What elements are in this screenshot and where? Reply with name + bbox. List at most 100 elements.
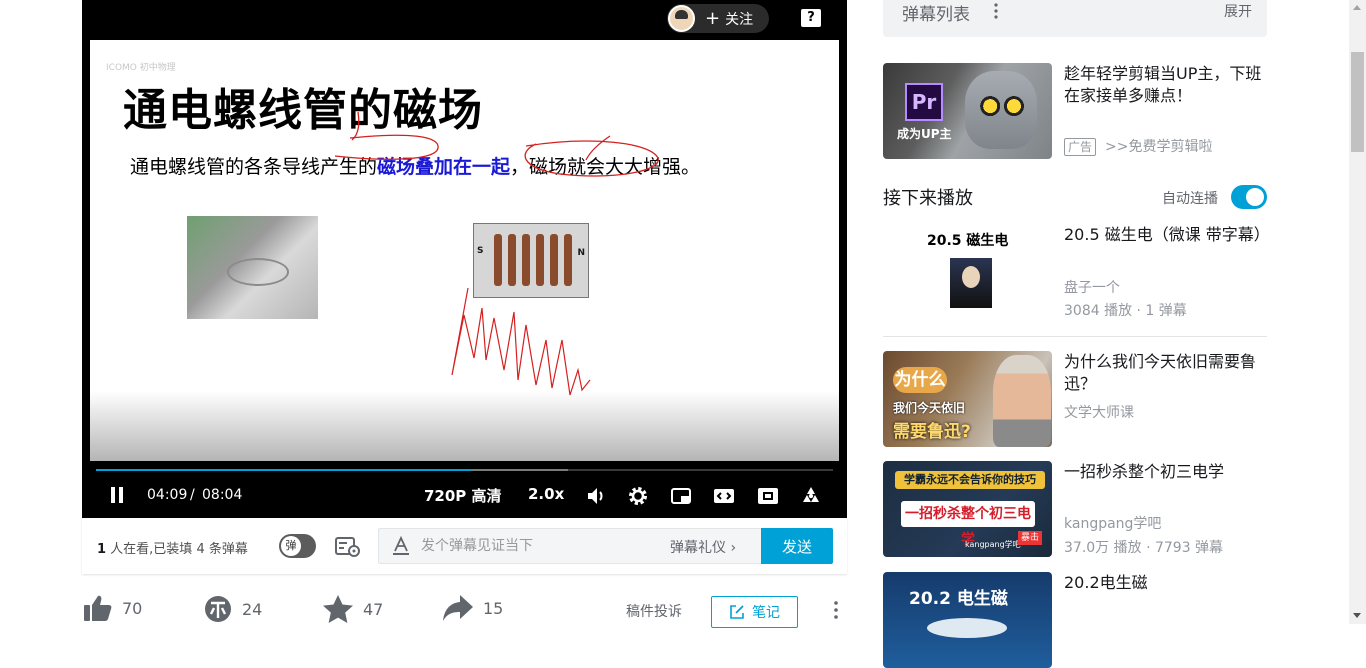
- video-frame[interactable]: ICOMO 初中物理 通电螺线管的磁场 通电螺线管的各条导线产生的磁场叠加在一起…: [90, 40, 839, 461]
- video-player[interactable]: + 关注 ? ICOMO 初中物理 通电螺线管的磁场 通电螺线管的各条导线产生的…: [82, 0, 847, 518]
- cat-image: [965, 71, 1037, 149]
- follow-label: 关注: [725, 11, 754, 28]
- danmaku-list-more-icon[interactable]: [994, 2, 998, 20]
- like-count: 70: [122, 598, 143, 618]
- video-thumbnail[interactable]: 20.2 电生磁: [883, 572, 1052, 668]
- ad-link[interactable]: >>免费学剪辑啦: [1105, 138, 1212, 156]
- scroll-up-arrow-icon[interactable]: [1353, 5, 1361, 10]
- settings-gear-icon[interactable]: [627, 485, 649, 507]
- coin-count: 24: [242, 599, 263, 619]
- speaker-image: [993, 355, 1051, 447]
- picture-in-picture-icon[interactable]: [670, 485, 692, 507]
- autoplay-toggle[interactable]: [1231, 185, 1267, 209]
- share-button[interactable]: 15: [442, 594, 503, 622]
- video-thumbnail[interactable]: 学霸永远不会告诉你的技巧 一招秒杀整个初三电学 kangpang学吧 暴击: [883, 461, 1052, 557]
- danmaku-input[interactable]: [421, 529, 661, 563]
- ad-badge: 广告: [1064, 138, 1097, 156]
- danmaku-toggle-label: 弹: [281, 536, 301, 556]
- plus-icon: +: [705, 7, 721, 29]
- viewer-count: 1 人在看,已装填 4 条弹幕: [97, 538, 248, 557]
- ad-thumbnail[interactable]: Pr 成为UP主: [883, 63, 1052, 159]
- page-scrollbar[interactable]: [1349, 0, 1366, 624]
- danmaku-etiquette-link[interactable]: 弹幕礼仪 ›: [670, 537, 736, 557]
- time-separator: /: [190, 487, 195, 503]
- ad-thumb-text: 成为UP主: [897, 127, 952, 141]
- portrait-image: [950, 258, 992, 308]
- danmaku-input-box: 弹幕礼仪 ›: [378, 528, 762, 564]
- video-thumbnail[interactable]: 20.5 磁生电: [883, 224, 1052, 320]
- progress-played: [96, 469, 472, 471]
- player-top-bar: + 关注 ?: [82, 0, 847, 40]
- up-next-header: 接下来播放 自动连播: [883, 184, 1267, 209]
- more-options-icon[interactable]: [834, 600, 838, 620]
- video-title[interactable]: 20.2电生磁: [1064, 572, 1267, 594]
- video-thumbnail[interactable]: 为什么 我们今天依旧 需要鲁迅?: [883, 351, 1052, 447]
- scroll-down-arrow-icon[interactable]: [1353, 613, 1361, 618]
- video-stats: 37.0万 播放 · 7793 弹幕: [1064, 540, 1224, 556]
- thumbnail-caption: 需要鲁迅?: [893, 422, 971, 442]
- report-link[interactable]: 稿件投诉: [626, 601, 682, 621]
- danmaku-toggle[interactable]: 弹: [279, 534, 316, 558]
- thumbnail-caption: 学霸永远不会告诉你的技巧: [895, 471, 1045, 489]
- video-toolbar: 70 24 47 15 稿件投诉 笔记: [82, 588, 847, 628]
- volume-icon[interactable]: [585, 485, 607, 507]
- like-button[interactable]: 70: [83, 594, 142, 622]
- autoplay-label: 自动连播: [1162, 191, 1218, 207]
- quality-button[interactable]: 720P 高清: [424, 485, 502, 506]
- coin-icon: [205, 596, 231, 622]
- speed-button[interactable]: 2.0x: [528, 485, 564, 503]
- current-time: 04:09: [147, 487, 188, 503]
- edit-note-icon: [730, 605, 744, 619]
- video-title[interactable]: 20.5 磁生电（微课 带字幕）: [1064, 224, 1270, 246]
- uploader-name[interactable]: kangpang学吧: [1064, 513, 1161, 533]
- progress-bar[interactable]: [96, 469, 833, 471]
- note-label: 笔记: [752, 605, 780, 621]
- up-next-title: 接下来播放: [883, 188, 973, 209]
- ad-card[interactable]: Pr 成为UP主 趁年轻学剪辑当UP主，下班在家接单多赚点！ 广告 >>免费学剪…: [883, 63, 1267, 159]
- viewer-number: 1: [97, 542, 107, 557]
- note-button[interactable]: 笔记: [711, 596, 798, 628]
- thumbs-up-icon: [84, 595, 112, 621]
- thumbnail-caption: kangpang学吧: [965, 540, 1021, 549]
- scroll-thumb[interactable]: [1351, 52, 1364, 152]
- favorite-count: 47: [363, 599, 384, 619]
- send-button[interactable]: 发送: [761, 528, 833, 564]
- thumbnail-caption: 暴击: [1018, 531, 1042, 545]
- share-count: 15: [483, 598, 504, 618]
- help-button[interactable]: ?: [801, 9, 821, 27]
- uploader-name[interactable]: 盘子一个: [1064, 277, 1120, 297]
- ad-title[interactable]: 趁年轻学剪辑当UP主，下班在家接单多赚点！: [1064, 63, 1267, 107]
- uploader-avatar: [668, 5, 695, 32]
- thumbnail-caption: 我们今天依旧: [893, 401, 966, 415]
- share-arrow-icon: [443, 595, 473, 621]
- danmaku-list-header[interactable]: 弹幕列表 展开: [883, 0, 1267, 37]
- thumbnail-caption: 一招秒杀整个初三电学: [901, 501, 1035, 548]
- divider: [883, 336, 1267, 337]
- pause-icon[interactable]: [107, 484, 129, 506]
- thumbnail-caption: 20.2 电生磁: [909, 589, 1008, 609]
- widescreen-icon[interactable]: [713, 485, 735, 507]
- premiere-logo-icon: Pr: [905, 83, 943, 121]
- fullscreen-icon[interactable]: [800, 485, 822, 507]
- star-icon: [323, 595, 353, 623]
- favorite-button[interactable]: 47: [322, 594, 383, 624]
- follow-button[interactable]: + 关注: [667, 4, 769, 33]
- player-controls: 04:09 / 08:04 720P 高清 2.0x: [82, 461, 847, 518]
- total-time: 08:04: [202, 487, 243, 503]
- web-fullscreen-icon[interactable]: [757, 485, 779, 507]
- danmaku-settings-icon[interactable]: [335, 536, 361, 558]
- video-title[interactable]: 一招秒杀整个初三电学: [1064, 461, 1267, 483]
- uploader-name[interactable]: 文学大师课: [1064, 402, 1134, 422]
- danmaku-bar: 1 人在看,已装填 4 条弹幕 弹 弹幕礼仪 › 发送: [82, 518, 847, 574]
- viewer-text: 人在看,已装填 4 条弹幕: [106, 542, 248, 557]
- danmaku-list-title: 弹幕列表: [902, 5, 970, 25]
- danmaku-list-expand[interactable]: 展开: [1224, 1, 1252, 21]
- video-title[interactable]: 为什么我们今天依旧需要鲁迅？: [1064, 351, 1267, 395]
- thumbnail-caption: 20.5 磁生电: [927, 233, 1009, 249]
- thumbnail-caption: 为什么: [893, 367, 947, 393]
- coin-button[interactable]: 24: [203, 594, 262, 624]
- coil-image: [927, 618, 1007, 638]
- danmaku-style-icon[interactable]: [391, 536, 411, 556]
- video-stats: 3084 播放 · 1 弹幕: [1064, 303, 1187, 319]
- right-sidebar: 弹幕列表 展开 Pr 成为UP主 趁年轻学剪辑当UP主，下班在家接单多赚点！ 广…: [883, 0, 1270, 668]
